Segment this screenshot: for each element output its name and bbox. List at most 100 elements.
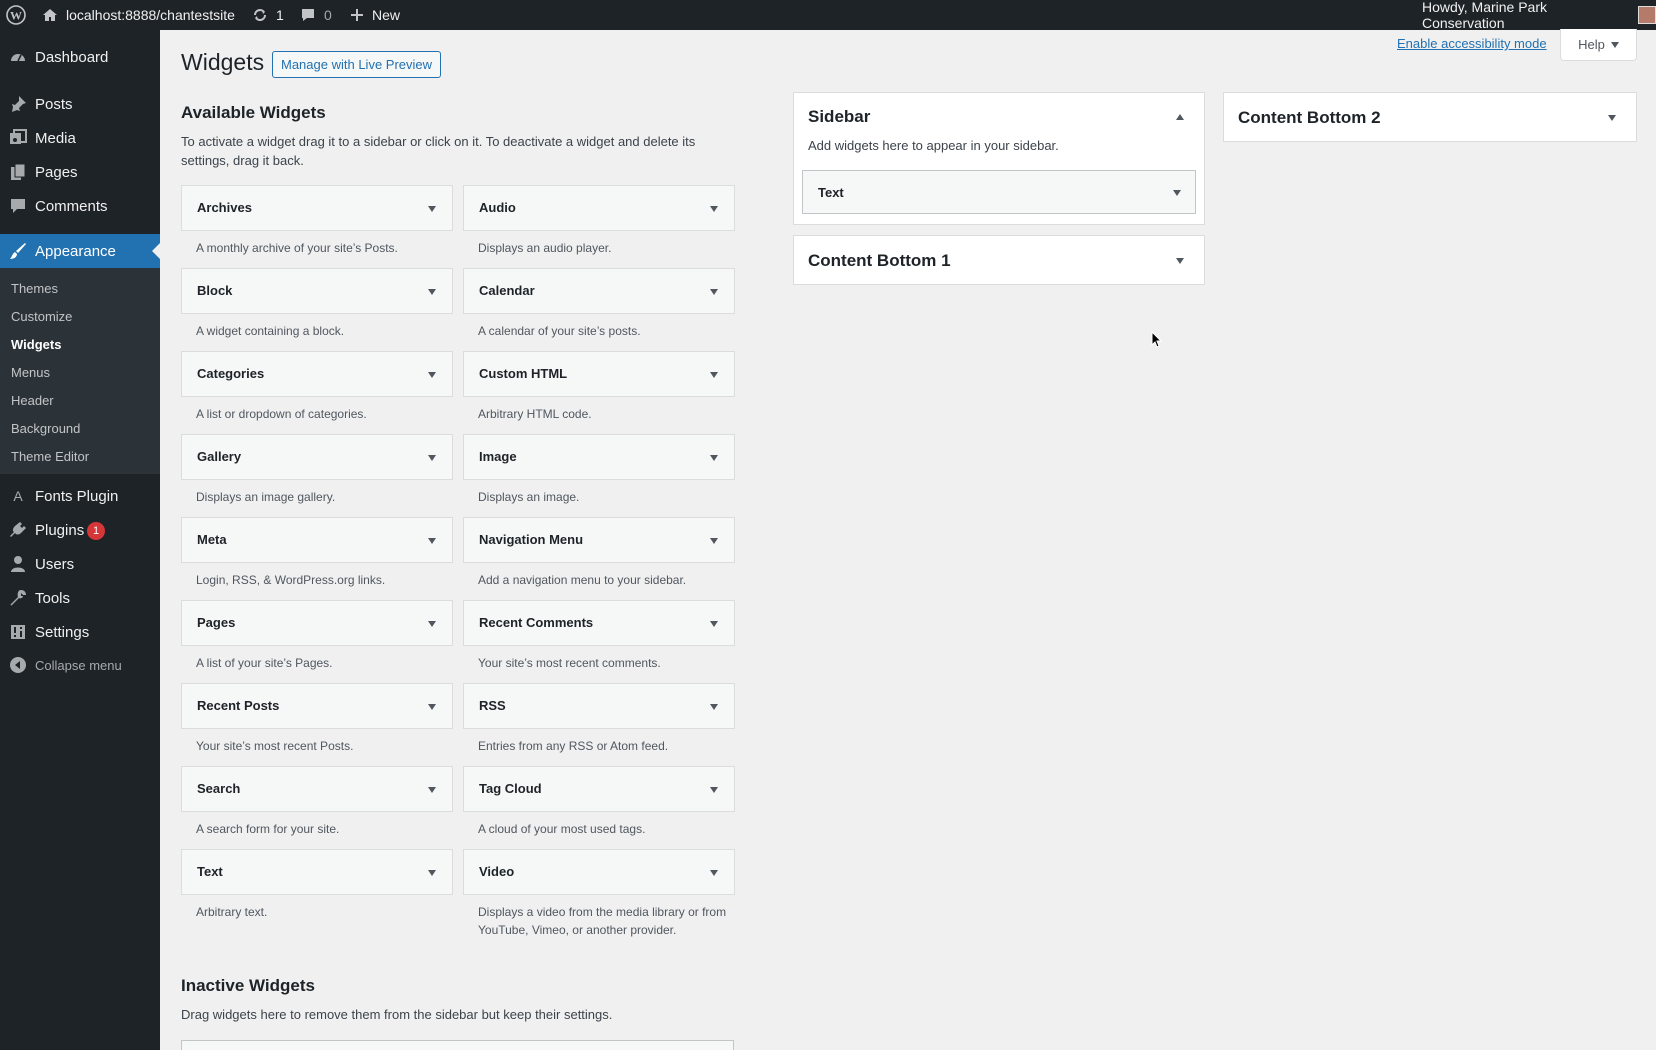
caret-down-icon[interactable] (710, 206, 718, 212)
howdy-greeting: Howdy, Marine Park Conservation (1422, 0, 1548, 31)
inactive-widgets-dropzone[interactable] (181, 1040, 734, 1050)
content-bottom-1-area[interactable]: Content Bottom 1 (793, 235, 1205, 285)
caret-up-icon (1176, 114, 1184, 120)
caret-down-icon[interactable] (428, 787, 436, 793)
caret-down-icon (1176, 258, 1184, 264)
updates-count: 1 (276, 7, 284, 23)
new-label: New (372, 7, 401, 23)
site-name-link[interactable]: localhost:8888/chantestsite (42, 0, 235, 30)
menu-fonts-plugin[interactable]: A Fonts Plugin (0, 479, 160, 513)
inactive-widgets-description: Drag widgets here to remove them from th… (181, 1007, 613, 1022)
widget-block[interactable]: Block (181, 268, 453, 314)
wrench-icon (10, 590, 26, 606)
submenu-theme-editor[interactable]: Theme Editor (11, 449, 89, 464)
updates-link[interactable]: 1 (252, 0, 284, 30)
widget-gallery[interactable]: Gallery (181, 434, 453, 480)
submenu-background[interactable]: Background (11, 421, 80, 436)
site-url: localhost:8888/chantestsite (66, 7, 235, 23)
my-account-link[interactable]: Howdy, Marine Park Conservation (1422, 0, 1656, 31)
widget-navigation-menu[interactable]: Navigation Menu (463, 517, 735, 563)
widget-description: Arbitrary text. (196, 905, 268, 919)
caret-down-icon[interactable] (710, 870, 718, 876)
menu-comments[interactable]: Comments (0, 189, 160, 223)
sidebar-text-widget-title: Text (818, 185, 844, 200)
widget-title: Audio (479, 200, 516, 215)
submenu-themes[interactable]: Themes (11, 281, 58, 296)
caret-down-icon[interactable] (428, 455, 436, 461)
widget-title: Search (197, 781, 241, 796)
widget-pages[interactable]: Pages (181, 600, 453, 646)
widget-tag-cloud[interactable]: Tag Cloud (463, 766, 735, 812)
pages-icon (11, 163, 26, 180)
caret-down-icon[interactable] (428, 704, 436, 710)
widget-archives[interactable]: Archives (181, 185, 453, 231)
menu-users[interactable]: Users (0, 547, 160, 581)
caret-down-icon[interactable] (428, 621, 436, 627)
widget-title: Recent Comments (479, 615, 594, 630)
caret-down-icon[interactable] (428, 870, 436, 876)
caret-down-icon (1608, 115, 1616, 121)
caret-down-icon[interactable] (710, 372, 718, 378)
available-widgets-title: Available Widgets (181, 103, 326, 122)
sidebar-text-widget[interactable]: Text (802, 170, 1196, 214)
menu-appearance[interactable]: Appearance (0, 234, 160, 268)
paintbrush-icon (10, 243, 26, 259)
wordpress-logo-icon[interactable]: W (6, 0, 26, 30)
caret-down-icon[interactable] (710, 704, 718, 710)
collapse-menu-button[interactable]: Collapse menu (0, 648, 160, 682)
widget-rss[interactable]: RSS (463, 683, 735, 729)
caret-down-icon[interactable] (710, 621, 718, 627)
help-button[interactable]: Help (1560, 29, 1637, 61)
menu-plugins[interactable]: Plugins 1 (0, 513, 160, 547)
live-preview-button[interactable]: Manage with Live Preview (272, 51, 442, 78)
widget-calendar[interactable]: Calendar (463, 268, 735, 314)
caret-down-icon (1610, 41, 1619, 48)
accessibility-mode-link[interactable]: Enable accessibility mode (1397, 36, 1547, 51)
widget-meta[interactable]: Meta (181, 517, 453, 563)
widget-description: A monthly archive of your site’s Posts. (196, 241, 398, 255)
content-bottom-2-title: Content Bottom 2 (1238, 108, 1381, 127)
widget-title: Navigation Menu (479, 532, 584, 547)
submenu-header[interactable]: Header (11, 393, 54, 408)
widget-custom-html[interactable]: Custom HTML (463, 351, 735, 397)
caret-down-icon[interactable] (710, 455, 718, 461)
widget-audio[interactable]: Audio (463, 185, 735, 231)
widget-description: A calendar of your site’s posts. (478, 324, 641, 338)
menu-settings[interactable]: Settings (0, 615, 160, 649)
sidebar-area-header[interactable]: Sidebar (794, 93, 1204, 141)
menu-tools[interactable]: Tools (0, 581, 160, 615)
widget-title: Calendar (479, 283, 535, 298)
caret-down-icon[interactable] (710, 289, 718, 295)
menu-media[interactable]: Media (0, 121, 160, 155)
caret-down-icon[interactable] (428, 289, 436, 295)
widget-title: Image (479, 449, 517, 464)
menu-pages[interactable]: Pages (0, 155, 160, 189)
menu-comments-label: Comments (35, 197, 108, 215)
caret-down-icon[interactable] (428, 372, 436, 378)
widget-text[interactable]: Text (181, 849, 453, 895)
widget-description: Login, RSS, & WordPress.org links. (196, 573, 386, 587)
widget-recent-comments[interactable]: Recent Comments (463, 600, 735, 646)
widget-description: Displays an audio player. (478, 241, 612, 255)
caret-down-icon[interactable] (710, 538, 718, 544)
widget-description: A search form for your site. (196, 822, 340, 836)
avatar (1638, 6, 1656, 24)
widget-search[interactable]: Search (181, 766, 453, 812)
widget-image[interactable]: Image (463, 434, 735, 480)
new-content-link[interactable]: New (350, 0, 400, 30)
comments-link[interactable]: 0 (300, 0, 332, 30)
widget-video[interactable]: Video (463, 849, 735, 895)
submenu-widgets[interactable]: Widgets (11, 337, 61, 352)
caret-down-icon[interactable] (428, 538, 436, 544)
submenu-customize[interactable]: Customize (11, 309, 72, 324)
menu-dashboard[interactable]: Dashboard (0, 40, 160, 74)
menu-posts[interactable]: Posts (0, 87, 160, 121)
widget-categories[interactable]: Categories (181, 351, 453, 397)
caret-down-icon[interactable] (710, 787, 718, 793)
caret-down-icon[interactable] (428, 206, 436, 212)
content-bottom-2-area[interactable]: Content Bottom 2 (1223, 92, 1637, 142)
widget-recent-posts[interactable]: Recent Posts (181, 683, 453, 729)
widget-title: Pages (197, 615, 236, 630)
appearance-submenu: Themes Customize Widgets Menus Header Ba… (0, 268, 160, 474)
submenu-menus[interactable]: Menus (11, 365, 50, 380)
